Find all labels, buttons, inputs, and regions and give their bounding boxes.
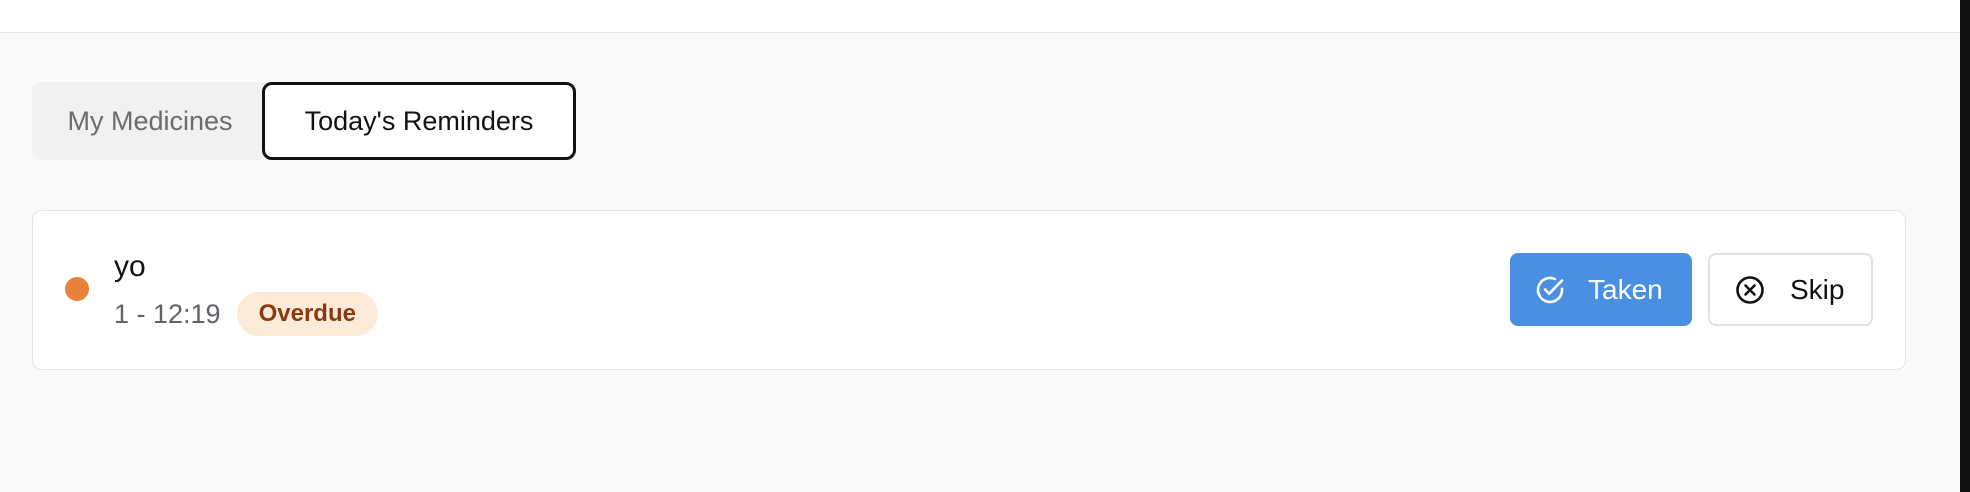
reminder-meta: 1 - 12:19 Overdue <box>114 291 378 337</box>
medicine-name: yo <box>114 250 146 283</box>
reminder-time: 1 - 12:19 <box>114 298 221 329</box>
x-circle-icon <box>1734 274 1766 306</box>
top-bar <box>0 0 1960 33</box>
status-badge: Overdue <box>236 292 378 336</box>
check-circle-icon <box>1534 274 1566 306</box>
tab-list: My Medicines Today's Reminders <box>32 82 576 160</box>
tab-my-medicines[interactable]: My Medicines <box>32 82 262 160</box>
reminder-actions: Taken Skip <box>1510 253 1873 326</box>
skip-button[interactable]: Skip <box>1708 253 1873 326</box>
taken-button[interactable]: Taken <box>1510 253 1692 326</box>
status-dot <box>65 277 89 301</box>
page: My Medicines Today's Reminders yo 1 - 12… <box>0 0 1960 492</box>
reminder-card: yo 1 - 12:19 Overdue Taken Skip <box>32 210 1906 370</box>
taken-label: Taken <box>1588 273 1663 305</box>
window-edge <box>1960 0 1970 492</box>
tab-todays-reminders[interactable]: Today's Reminders <box>262 82 576 160</box>
skip-label: Skip <box>1790 273 1845 305</box>
